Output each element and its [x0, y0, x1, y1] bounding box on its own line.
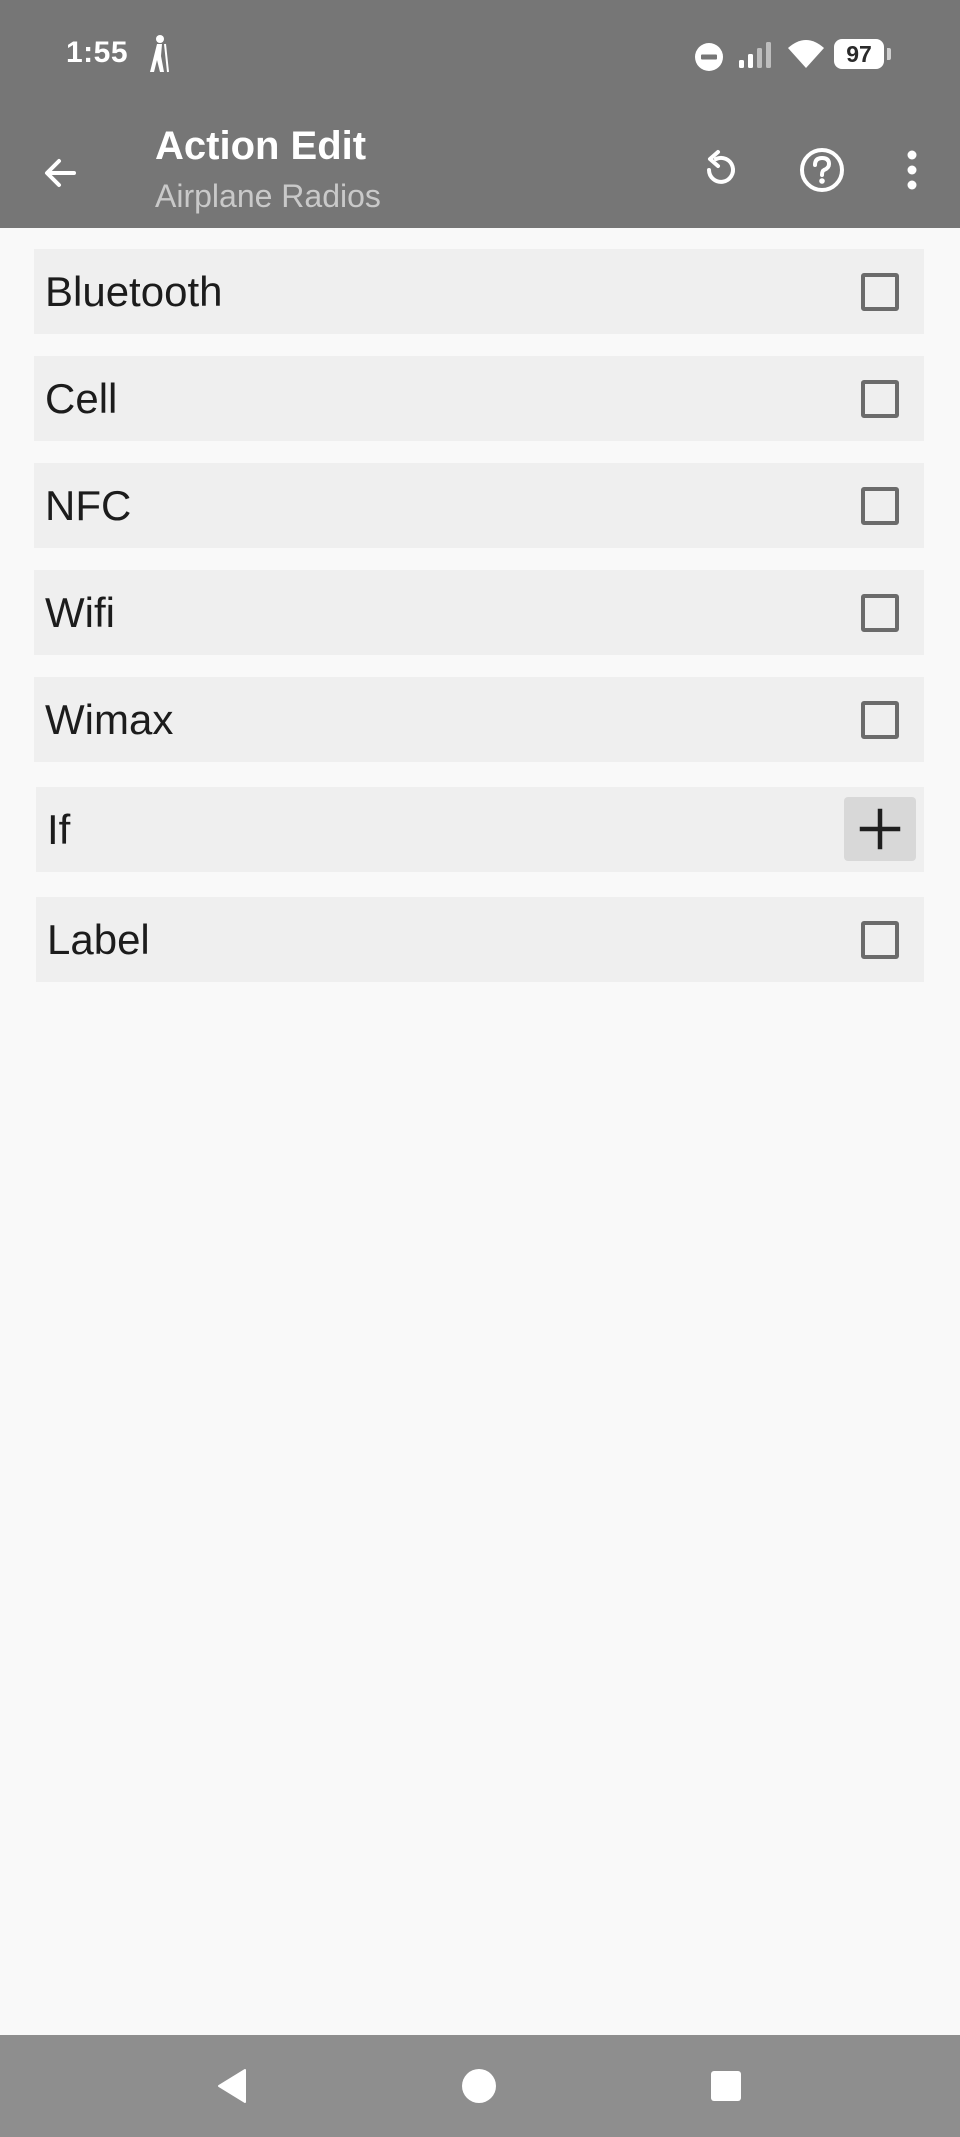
nav-home-icon — [462, 2069, 496, 2103]
option-row-if[interactable]: If — [36, 787, 924, 872]
option-row-nfc[interactable]: NFC — [34, 463, 924, 548]
label-checkbox[interactable] — [861, 921, 899, 959]
option-row-cell[interactable]: Cell — [34, 356, 924, 441]
more-vert-icon — [907, 150, 917, 190]
system-nav-bar — [0, 2035, 960, 2137]
status-bar: 1:55 97 — [0, 0, 960, 110]
option-row-wifi[interactable]: Wifi — [34, 570, 924, 655]
battery-icon: 97 — [834, 39, 894, 71]
nav-home-button[interactable] — [429, 2035, 529, 2137]
signal-icon — [739, 42, 771, 68]
option-label: Cell — [45, 375, 118, 422]
plus-icon — [859, 808, 901, 850]
wifi-icon — [788, 40, 824, 68]
option-label: Wimax — [45, 696, 174, 743]
status-time: 1:55 — [66, 36, 129, 69]
page-subtitle: Airplane Radios — [155, 178, 381, 214]
more-options-button[interactable] — [880, 138, 944, 202]
option-label: NFC — [45, 482, 132, 529]
cell-checkbox[interactable] — [861, 380, 899, 418]
do-not-disturb-icon — [695, 43, 723, 71]
page-title: Action Edit — [155, 124, 367, 168]
battery-level: 97 — [834, 39, 884, 69]
nav-back-button[interactable] — [183, 2035, 283, 2137]
help-icon — [800, 148, 844, 192]
hiker-icon — [150, 35, 169, 73]
reset-icon — [707, 150, 735, 184]
help-button[interactable] — [790, 138, 854, 202]
option-label: Bluetooth — [45, 268, 223, 315]
option-label: Label — [47, 916, 150, 963]
app-bar: Action Edit Airplane Radios — [0, 110, 960, 228]
option-label: Wifi — [45, 589, 115, 636]
back-button[interactable] — [30, 143, 90, 203]
option-row-wimax[interactable]: Wimax — [34, 677, 924, 762]
bluetooth-checkbox[interactable] — [861, 273, 899, 311]
wifi-checkbox[interactable] — [861, 594, 899, 632]
nav-back-icon — [218, 2069, 246, 2103]
option-label: If — [47, 806, 71, 853]
wimax-checkbox[interactable] — [861, 701, 899, 739]
battery-tip — [887, 48, 891, 60]
nfc-checkbox[interactable] — [861, 487, 899, 525]
nav-recents-icon — [711, 2071, 741, 2101]
option-row-bluetooth[interactable]: Bluetooth — [34, 249, 924, 334]
add-condition-button[interactable] — [844, 797, 916, 861]
nav-recents-button[interactable] — [676, 2035, 776, 2137]
reset-button[interactable] — [688, 138, 752, 202]
option-row-label[interactable]: Label — [36, 897, 924, 982]
back-arrow-icon — [45, 159, 76, 187]
